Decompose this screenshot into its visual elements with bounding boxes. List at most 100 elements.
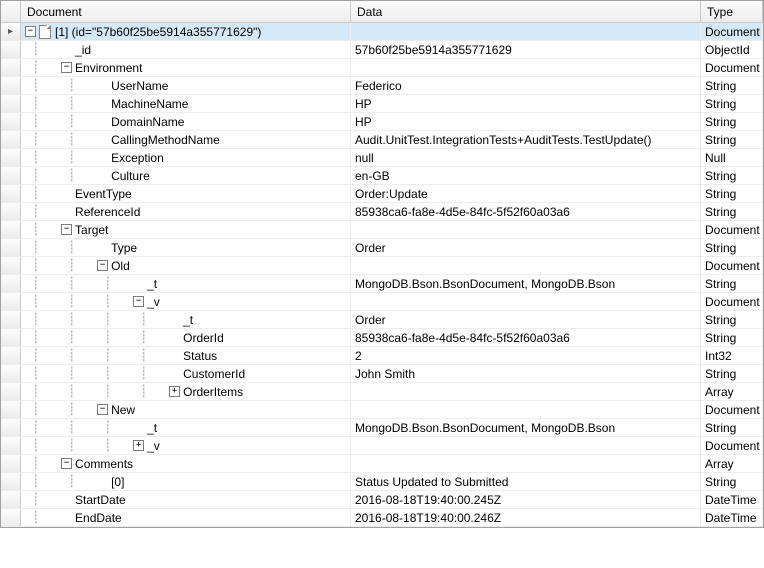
cell-data[interactable]: MongoDB.Bson.BsonDocument, MongoDB.Bson [351, 419, 701, 436]
cell-data[interactable]: 2016-08-18T19:40:00.245Z [351, 491, 701, 508]
cell-document[interactable]: ┊ ┊ −Old [21, 257, 351, 274]
tree-row[interactable]: ┊ _id57b60f25be5914a355771629ObjectId [1, 41, 763, 59]
cell-data[interactable]: 2016-08-18T19:40:00.246Z [351, 509, 701, 526]
tree-row[interactable]: ┊ ┊ −OldDocument [1, 257, 763, 275]
cell-document[interactable]: ┊ ┊ Exception [21, 149, 351, 166]
cell-data[interactable] [351, 59, 701, 76]
tree-row[interactable]: ┊ ┊ ┊ ┊ _tOrderString [1, 311, 763, 329]
collapse-toggle[interactable]: − [61, 458, 72, 469]
cell-document[interactable]: − [1] (id="57b60f25be5914a355771629") [21, 23, 351, 40]
tree-row[interactable]: ┊ −CommentsArray [1, 455, 763, 473]
cell-document[interactable]: ┊ ┊ Type [21, 239, 351, 256]
cell-document[interactable]: ┊ ┊ ┊ +_v [21, 437, 351, 454]
tree-row[interactable]: ┊ ┊ [0]Status Updated to SubmittedString [1, 473, 763, 491]
cell-data[interactable]: 85938ca6-fa8e-4d5e-84fc-5f52f60a03a6 [351, 203, 701, 220]
tree-row[interactable]: ┊ ┊ DomainNameHPString [1, 113, 763, 131]
collapse-toggle[interactable]: − [25, 26, 36, 37]
header-data[interactable]: Data [351, 1, 701, 22]
cell-document[interactable]: ┊ −Environment [21, 59, 351, 76]
cell-document[interactable]: ┊ EndDate [21, 509, 351, 526]
cell-document[interactable]: ┊ ┊ [0] [21, 473, 351, 490]
collapse-toggle[interactable]: − [97, 404, 108, 415]
tree-row[interactable]: ┊ ┊ MachineNameHPString [1, 95, 763, 113]
tree-row[interactable]: ┊ ┊ ┊ ┊ Status2Int32 [1, 347, 763, 365]
cell-document[interactable]: ┊ ┊ ┊ _t [21, 419, 351, 436]
header-document[interactable]: Document [21, 1, 351, 22]
tree-row[interactable]: ┊ EndDate2016-08-18T19:40:00.246ZDateTim… [1, 509, 763, 527]
cell-document[interactable]: ┊ StartDate [21, 491, 351, 508]
tree-row[interactable]: ┊ ┊ CallingMethodNameAudit.UnitTest.Inte… [1, 131, 763, 149]
cell-document[interactable]: ┊ _id [21, 41, 351, 58]
cell-data[interactable]: Order:Update [351, 185, 701, 202]
cell-data[interactable]: 2 [351, 347, 701, 364]
header-type[interactable]: Type [701, 1, 763, 22]
cell-data[interactable] [351, 437, 701, 454]
tree-row[interactable]: ┊ ┊ TypeOrderString [1, 239, 763, 257]
tree-row[interactable]: ┊ ┊ Cultureen-GBString [1, 167, 763, 185]
cell-data[interactable]: Audit.UnitTest.IntegrationTests+AuditTes… [351, 131, 701, 148]
cell-document[interactable]: ┊ ┊ ┊ ┊ _t [21, 311, 351, 328]
cell-document[interactable]: ┊ ┊ ┊ ┊ Status [21, 347, 351, 364]
row-gutter [1, 455, 21, 472]
cell-data[interactable]: HP [351, 95, 701, 112]
cell-document[interactable]: ┊ ┊ −New [21, 401, 351, 418]
cell-document[interactable]: ┊ ReferenceId [21, 203, 351, 220]
cell-type: String [701, 167, 763, 184]
cell-data[interactable] [351, 221, 701, 238]
cell-data[interactable]: Order [351, 239, 701, 256]
cell-data[interactable]: Federico [351, 77, 701, 94]
cell-document[interactable]: ┊ ┊ ┊ ┊ +OrderItems [21, 383, 351, 400]
cell-data[interactable] [351, 23, 701, 40]
cell-data[interactable]: John Smith [351, 365, 701, 382]
cell-data[interactable] [351, 401, 701, 418]
expand-toggle[interactable]: + [133, 440, 144, 451]
cell-document[interactable]: ┊ ┊ UserName [21, 77, 351, 94]
tree-indent: ┊ ┊ [21, 96, 97, 111]
cell-data[interactable] [351, 383, 701, 400]
cell-document[interactable]: ┊ ┊ ┊ ┊ CustomerId [21, 365, 351, 382]
tree-row[interactable]: ┊ ┊ ┊ +_vDocument [1, 437, 763, 455]
tree-row[interactable]: ┊ EventTypeOrder:UpdateString [1, 185, 763, 203]
tree-row[interactable]: ┊ −EnvironmentDocument [1, 59, 763, 77]
tree-row[interactable]: ┊ ┊ ┊ −_vDocument [1, 293, 763, 311]
cell-data[interactable] [351, 455, 701, 472]
cell-data[interactable]: 57b60f25be5914a355771629 [351, 41, 701, 58]
cell-document[interactable]: ┊ ┊ ┊ _t [21, 275, 351, 292]
tree-row[interactable]: ┊ StartDate2016-08-18T19:40:00.245ZDateT… [1, 491, 763, 509]
cell-data[interactable]: 85938ca6-fa8e-4d5e-84fc-5f52f60a03a6 [351, 329, 701, 346]
cell-document[interactable]: ┊ ┊ Culture [21, 167, 351, 184]
expand-toggle[interactable]: + [169, 386, 180, 397]
collapse-toggle[interactable]: − [97, 260, 108, 271]
tree-row[interactable]: ┊ ┊ ┊ _tMongoDB.Bson.BsonDocument, Mongo… [1, 419, 763, 437]
tree-row[interactable]: ┊ ┊ −NewDocument [1, 401, 763, 419]
tree-row[interactable]: ┊ ┊ ┊ ┊ +OrderItemsArray [1, 383, 763, 401]
tree-row[interactable]: ┊ ┊ ┊ ┊ OrderId85938ca6-fa8e-4d5e-84fc-5… [1, 329, 763, 347]
cell-data[interactable]: Status Updated to Submitted [351, 473, 701, 490]
cell-document[interactable]: ┊ −Target [21, 221, 351, 238]
cell-data[interactable]: null [351, 149, 701, 166]
tree-row[interactable]: ┊ ┊ UserNameFedericoString [1, 77, 763, 95]
cell-document[interactable]: ┊ ┊ ┊ −_v [21, 293, 351, 310]
tree-row[interactable]: ┊ ReferenceId85938ca6-fa8e-4d5e-84fc-5f5… [1, 203, 763, 221]
collapse-toggle[interactable]: − [61, 224, 72, 235]
node-label: [1] (id="57b60f25be5914a355771629") [55, 25, 261, 39]
cell-document[interactable]: ┊ −Comments [21, 455, 351, 472]
cell-data[interactable]: Order [351, 311, 701, 328]
cell-data[interactable]: MongoDB.Bson.BsonDocument, MongoDB.Bson [351, 275, 701, 292]
cell-document[interactable]: ┊ EventType [21, 185, 351, 202]
cell-document[interactable]: ┊ ┊ ┊ ┊ OrderId [21, 329, 351, 346]
collapse-toggle[interactable]: − [61, 62, 72, 73]
tree-row[interactable]: ┊ ┊ ┊ _tMongoDB.Bson.BsonDocument, Mongo… [1, 275, 763, 293]
cell-data[interactable] [351, 293, 701, 310]
cell-data[interactable]: en-GB [351, 167, 701, 184]
tree-row[interactable]: ┊ −TargetDocument [1, 221, 763, 239]
tree-row[interactable]: ▸−[1] (id="57b60f25be5914a355771629")Doc… [1, 23, 763, 41]
tree-row[interactable]: ┊ ┊ ┊ ┊ CustomerIdJohn SmithString [1, 365, 763, 383]
cell-document[interactable]: ┊ ┊ CallingMethodName [21, 131, 351, 148]
cell-document[interactable]: ┊ ┊ DomainName [21, 113, 351, 130]
cell-document[interactable]: ┊ ┊ MachineName [21, 95, 351, 112]
cell-data[interactable] [351, 257, 701, 274]
cell-data[interactable]: HP [351, 113, 701, 130]
collapse-toggle[interactable]: − [133, 296, 144, 307]
tree-row[interactable]: ┊ ┊ ExceptionnullNull [1, 149, 763, 167]
